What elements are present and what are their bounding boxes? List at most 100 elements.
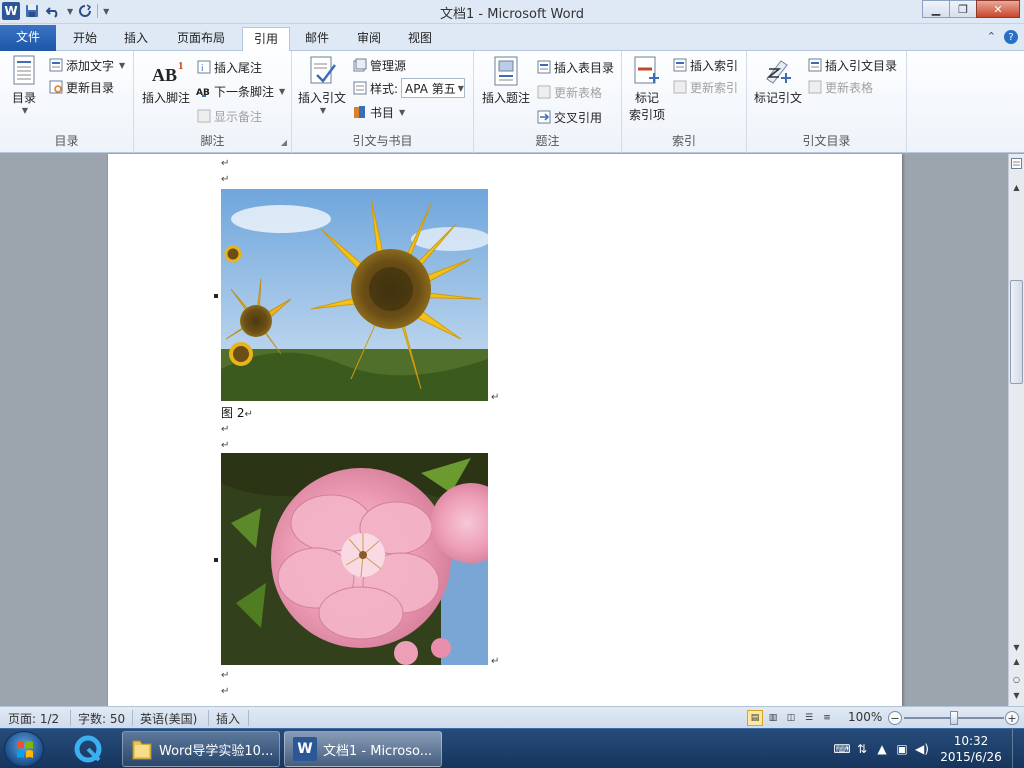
outline-icon[interactable]: ☰ — [801, 710, 817, 726]
page-indicator[interactable]: 页面: 1/2 — [8, 710, 59, 727]
mark-citation-button[interactable]: 标记引文 — [751, 55, 805, 106]
paragraph-mark: ↵ — [221, 670, 230, 681]
caption-icon — [491, 55, 521, 87]
restore-icon[interactable]: ❐ — [949, 0, 977, 18]
previous-page-icon[interactable]: ▲ — [1009, 654, 1024, 668]
group-captions-label: 题注 — [535, 134, 560, 148]
browse-object-icon[interactable]: ○ — [1009, 672, 1024, 686]
word-taskbar-button[interactable]: W 文档1 - Microso... — [284, 731, 442, 767]
print-layout-icon[interactable]: ▤ — [747, 710, 763, 726]
mark-entry-button[interactable]: 标记 索引项 — [626, 55, 668, 123]
update-index-button[interactable]: 更新索引 — [672, 77, 738, 97]
zoom-out-icon[interactable]: − — [888, 711, 902, 725]
tab-file[interactable]: 文件 — [0, 25, 56, 51]
zoom-in-icon[interactable]: + — [1005, 711, 1019, 725]
next-footnote-dropdown-icon: ▼ — [279, 86, 286, 96]
input-method-icon[interactable]: ⇅ — [852, 742, 872, 756]
paragraph-mark: ↵ — [221, 158, 230, 169]
style-dropdown[interactable]: APA 第五 ▼ — [401, 78, 466, 98]
network-icon[interactable]: ▣ — [892, 742, 912, 756]
tab-review[interactable]: 审阅 — [348, 27, 390, 51]
next-footnote-label: 下一条脚注 — [214, 84, 275, 99]
zoom-level[interactable]: 100% — [848, 710, 882, 724]
pink-flower-image[interactable] — [221, 453, 488, 665]
group-toc-label: 目录 — [54, 134, 79, 148]
scroll-thumb[interactable] — [1010, 280, 1023, 384]
close-icon[interactable]: ✕ — [976, 0, 1020, 18]
mark-entry-label-1: 标记 — [634, 91, 659, 105]
scroll-down-icon[interactable]: ▼ — [1009, 640, 1024, 654]
style-selector[interactable]: 样式: APA 第五 ▼ — [352, 78, 466, 98]
show-hidden-icons-icon[interactable]: ▲ — [872, 742, 892, 756]
clock[interactable]: 10:32 2015/6/26 — [936, 733, 1006, 765]
update-toc-icon — [48, 80, 63, 95]
insert-footnote-button[interactable]: AB 1 插入脚注 — [138, 55, 194, 106]
update-toc-button[interactable]: 更新目录 — [48, 77, 114, 97]
manage-sources-button[interactable]: 管理源 — [352, 55, 406, 75]
tab-insert[interactable]: 插入 — [114, 27, 158, 51]
insert-table-of-figures-button[interactable]: 插入表目录 — [536, 57, 614, 77]
insert-citation-label: 插入引文 — [297, 91, 346, 105]
start-button[interactable] — [4, 731, 44, 767]
tab-page-layout[interactable]: 页面布局 — [166, 27, 236, 51]
insert-mode-indicator[interactable]: 插入 — [216, 710, 240, 727]
windows-logo-icon — [17, 741, 33, 758]
add-text-dropdown-icon: ▼ — [119, 60, 126, 70]
title-bar: W ▼ ▼ 文档1 - Microsoft Word ▁ ❐ ✕ — [0, 0, 1024, 24]
keyboard-icon[interactable]: ⌨ — [832, 742, 852, 756]
collapse-ribbon-icon[interactable]: ⌃ — [987, 30, 996, 44]
zoom-slider-thumb[interactable] — [950, 711, 958, 725]
vertical-scrollbar[interactable]: ▲ ▼ ▲ ○ ▼ — [1008, 154, 1024, 706]
tab-references[interactable]: 引用 — [242, 27, 290, 52]
bibliography-button[interactable]: 书目 ▼ — [352, 102, 405, 122]
insert-citation-button[interactable]: 插入引文 ▼ — [296, 55, 348, 115]
add-text-button[interactable]: 添加文字 ▼ — [48, 55, 125, 75]
draft-icon[interactable]: ≡ — [819, 710, 835, 726]
cross-reference-button[interactable]: 交叉引用 — [536, 107, 602, 127]
insert-caption-button[interactable]: 插入题注 — [478, 55, 534, 106]
toc-button[interactable]: 目录 ▼ — [6, 55, 42, 115]
cross-reference-label: 交叉引用 — [554, 110, 603, 125]
language-indicator[interactable]: 英语(美国) — [140, 710, 197, 727]
show-notes-button[interactable]: 显示备注 — [196, 106, 262, 126]
next-page-icon[interactable]: ▼ — [1009, 688, 1024, 702]
full-screen-reading-icon[interactable]: ▥ — [765, 710, 781, 726]
tab-mailings[interactable]: 邮件 — [296, 27, 338, 51]
insert-endnote-label: 插入尾注 — [214, 60, 263, 75]
svg-text:1: 1 — [178, 60, 184, 72]
group-toa-label: 引文目录 — [802, 134, 851, 148]
update-table-of-figures-icon — [536, 85, 551, 100]
explorer-taskbar-button[interactable]: Word导学实验10... — [122, 731, 280, 767]
update-toa-label: 更新表格 — [825, 80, 874, 95]
insert-toa-button[interactable]: 插入引文目录 — [807, 55, 897, 75]
explorer-taskbar-label: Word导学实验10... — [159, 743, 274, 759]
insert-index-button[interactable]: 插入索引 — [672, 55, 738, 75]
status-bar: 页面: 1/2 字数: 50 英语(美国) 插入 ▤ ▥ ◫ ☰ ≡ 100% … — [0, 706, 1024, 728]
show-desktop-button[interactable] — [1012, 729, 1024, 768]
sunflower-image[interactable] — [221, 189, 488, 401]
volume-icon[interactable]: ◀) — [912, 742, 932, 756]
next-footnote-button[interactable]: AB 下一条脚注 ▼ — [196, 81, 285, 101]
tab-view[interactable]: 视图 — [398, 27, 442, 51]
help-icon[interactable]: ? — [1004, 30, 1018, 44]
document-page[interactable]: ↵ ↵ ↵ 图 2↵ ↵ ↵ ↵ ↵ ↵ — [108, 154, 902, 706]
tab-home[interactable]: 开始 — [64, 27, 106, 51]
minimize-icon[interactable]: ▁ — [922, 0, 950, 18]
ruler-toggle-icon[interactable] — [1009, 156, 1024, 170]
insert-endnote-button[interactable]: i 插入尾注 — [196, 57, 262, 77]
scroll-up-icon[interactable]: ▲ — [1009, 180, 1024, 194]
window-title: 文档1 - Microsoft Word — [440, 7, 584, 22]
document-area[interactable]: ↵ ↵ ↵ 图 2↵ ↵ ↵ ↵ ↵ ↵ — [0, 154, 1008, 706]
bibliography-dropdown-icon: ▼ — [399, 107, 406, 117]
word-count[interactable]: 字数: 50 — [78, 710, 125, 727]
update-table-of-figures-button[interactable]: 更新表格 — [536, 82, 602, 102]
figure-caption-text: 图 2 — [221, 406, 245, 420]
update-toa-button[interactable]: 更新表格 — [807, 77, 873, 97]
paragraph-mark: ↵ — [491, 392, 500, 403]
insert-footnote-label: 插入脚注 — [141, 91, 190, 105]
figure-caption[interactable]: 图 2↵ — [221, 404, 253, 421]
browser-taskbar-button[interactable] — [58, 731, 116, 767]
update-index-icon — [672, 80, 687, 95]
web-layout-icon[interactable]: ◫ — [783, 710, 799, 726]
ribbon: 目录 ▼ 添加文字 ▼ 更新目录 目录 AB 1 插入脚注 i 插入尾注 AB 下一… — [0, 51, 1024, 153]
